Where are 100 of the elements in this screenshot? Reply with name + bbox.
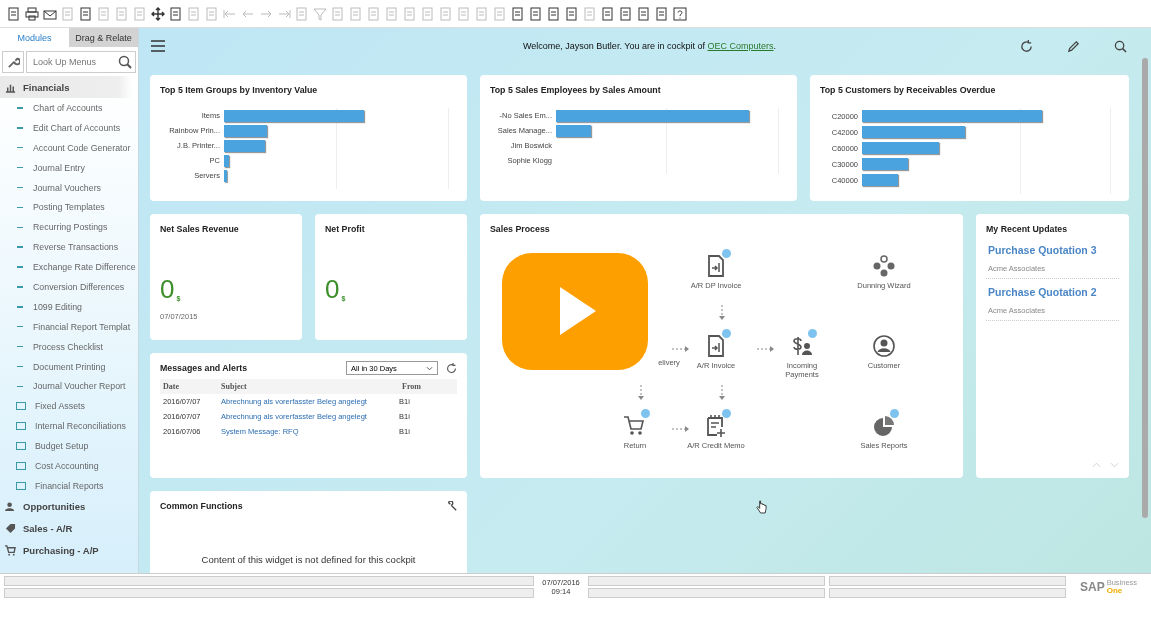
document-icon[interactable] [511,6,525,21]
bar [224,169,227,182]
menu-item[interactable]: Chart of Accounts [0,98,138,118]
dropdown-badge[interactable] [641,409,650,418]
menu-item[interactable]: 1099 Editing [0,296,138,317]
menu-item[interactable]: Journal Entry [0,157,138,178]
widget-title: Net Sales Revenue [160,224,240,234]
caret-icon [426,365,433,371]
dropdown-badge[interactable] [722,409,731,418]
document-icon[interactable] [79,6,93,21]
refresh-icon[interactable] [1020,39,1033,53]
dash-icon [17,326,23,328]
widget-title: Net Profit [325,224,366,234]
dropdown-badge[interactable] [722,249,731,258]
chevron-down-icon[interactable] [1110,462,1119,468]
menu-item[interactable]: Exchange Rate Difference [0,257,138,277]
dash-icon [17,107,23,109]
welcome-message: Welcome, Jayson Butler. You are in cockpit of OEC Computers. [523,41,776,51]
menu-item[interactable]: Edit Chart of Accounts [0,117,138,138]
dash-icon [17,166,23,169]
dashed-arrow [718,305,726,321]
search-field[interactable]: Look Up Menus [26,51,136,73]
menu-item[interactable]: Process Checklist [0,336,138,357]
module-item[interactable]: Sales - A/R [0,517,138,540]
printer-icon[interactable] [25,6,39,21]
column-header: Subject [221,379,399,394]
dash-icon [17,206,23,209]
dropdown-badge[interactable] [722,329,731,338]
dash-icon [17,365,23,368]
menu-item[interactable]: Financial Reports [0,475,138,496]
dashed-arrow [672,345,690,353]
module-item[interactable]: Financials [0,76,132,98]
menu-item[interactable]: Conversion Differences [0,277,138,297]
search-icon[interactable] [1114,39,1127,53]
dash-icon [17,286,23,288]
widget-title: Sales Process [490,224,551,234]
document-icon[interactable] [547,6,561,21]
settings-button[interactable] [2,51,24,73]
document-icon[interactable] [601,6,615,21]
notepad-plus-icon [705,415,727,437]
empty-message: Content of this widget is not defined for this cockpit [200,554,417,565]
menu-item[interactable]: Recurring Postings [0,217,138,238]
kpi-value: 0 [160,276,175,302]
dash-icon [17,226,23,229]
widget-title: Top 5 Customers by Receivables Overdue [820,85,997,95]
bar [556,124,591,137]
document-icon[interactable] [565,6,579,21]
cart-icon [624,415,646,437]
chevron-up-icon[interactable] [1092,462,1101,468]
document-icon[interactable] [7,6,21,21]
dash-icon [17,266,23,268]
menu-item[interactable]: Posting Templates [0,197,138,218]
dash-icon [17,385,23,388]
kpi-value: 0 [325,276,340,302]
module-item[interactable]: Opportunities [0,495,138,518]
document-icon[interactable] [655,6,669,21]
person-icon [5,501,16,513]
pie-chart-icon [873,415,895,437]
dashed-arrow [672,425,690,433]
document-icon[interactable] [529,6,543,21]
dots-icon [873,255,895,277]
menu-item[interactable]: Account Code Generator [0,137,138,158]
update-link[interactable]: Purchase Quotation 2 [988,286,1117,298]
document-icon[interactable] [637,6,651,21]
menu-item[interactable]: Cost Accounting [0,456,138,476]
document-icon[interactable] [619,6,633,21]
update-link[interactable]: Purchase Quotation 3 [988,244,1117,256]
sidebar-tab[interactable]: Drag & Relate [69,28,138,47]
menu-item[interactable]: Journal Vouchers [0,177,138,198]
move-icon[interactable] [151,6,165,21]
menu-item[interactable]: Fixed Assets [0,396,138,417]
wrench-icon[interactable] [447,501,457,511]
tag-icon [5,523,16,535]
folder-icon [16,402,26,411]
menu-item[interactable]: Journal Voucher Report [0,376,138,397]
menu-item[interactable]: Internal Reconciliations [0,416,138,437]
module-item[interactable]: Purchasing - A/P [0,539,138,562]
dropdown-badge[interactable] [890,409,899,418]
invoice-icon [705,255,727,277]
folder-icon [16,422,26,431]
cart-icon [5,545,16,557]
pencil-icon[interactable] [1067,39,1080,53]
dashed-arrow [718,385,726,401]
menu-icon[interactable] [151,40,165,52]
play-button-icon[interactable] [502,253,648,370]
logo-subtext: One [1106,586,1124,595]
menu-item[interactable]: Reverse Transactions [0,237,138,258]
hand-cursor-icon [756,500,767,514]
menu-item[interactable]: Budget Setup [0,436,138,457]
dash-icon [17,306,23,308]
dash-icon [17,127,23,129]
help-icon[interactable] [673,6,687,21]
search-icon [118,55,132,69]
dropdown-badge[interactable] [808,329,817,338]
menu-item[interactable]: Document Printing [0,356,138,377]
widget-title: Common Functions [160,501,243,511]
invoice-icon [705,335,727,357]
menu-item[interactable]: Financial Report Templat [0,316,138,337]
refresh-icon[interactable] [446,362,457,374]
bar [224,124,267,137]
